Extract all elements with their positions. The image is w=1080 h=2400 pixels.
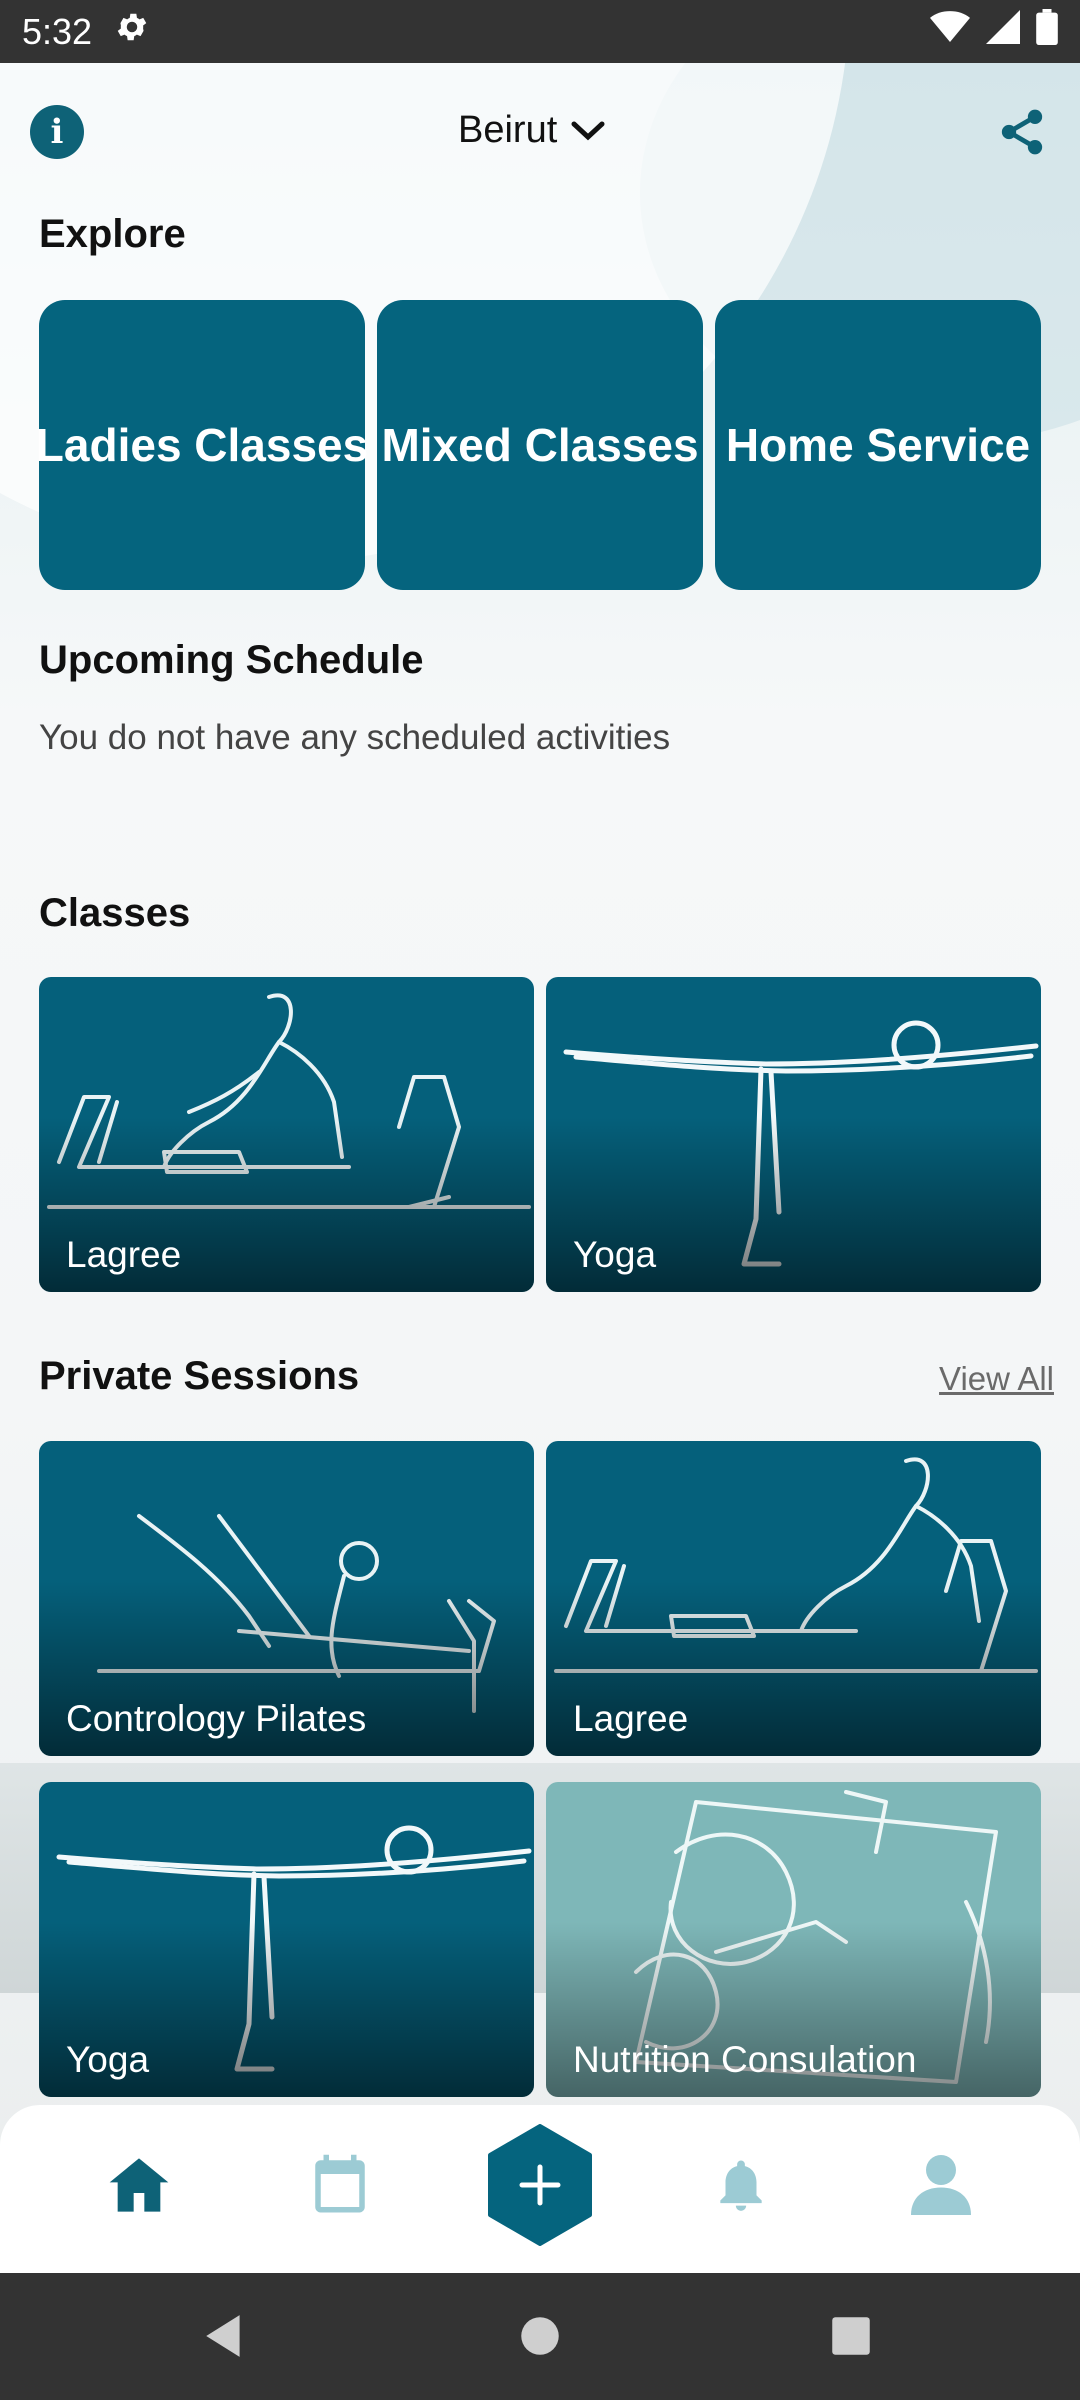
explore-title: Explore — [39, 212, 186, 256]
battery-icon — [1036, 9, 1058, 54]
chevron-down-icon — [571, 109, 605, 152]
private-sessions-title: Private Sessions — [39, 1354, 360, 1398]
mixed-classes-button[interactable]: Mixed Classes — [377, 300, 703, 590]
recents-square-icon[interactable] — [826, 2311, 876, 2361]
wifi-icon — [930, 10, 970, 53]
calendar-icon[interactable] — [305, 2150, 375, 2220]
share-icon[interactable] — [996, 106, 1048, 158]
card-label: Yoga — [66, 2039, 150, 2080]
private-card-nutrition-consulation[interactable]: Nutrition Consulation — [546, 1782, 1041, 2097]
status-bar: 5:32 — [0, 0, 1080, 63]
info-icon[interactable]: i — [30, 105, 84, 159]
private-card-contrology-pilates[interactable]: Contrology Pilates — [39, 1441, 534, 1756]
card-label: Lagree — [573, 1698, 689, 1739]
class-card-lagree[interactable]: Lagree — [39, 977, 534, 1292]
city-selector[interactable]: Beirut — [458, 102, 605, 158]
upcoming-schedule-title: Upcoming Schedule — [39, 638, 424, 682]
ladies-classes-button[interactable]: Ladies Classes — [36, 300, 368, 590]
home-circle-icon[interactable] — [515, 2311, 565, 2361]
empty-schedule-text: You do not have any scheduled activities — [39, 718, 671, 757]
back-icon[interactable] — [200, 2311, 250, 2361]
settings-gear-icon — [114, 9, 150, 54]
view-all-link[interactable]: View All — [939, 1360, 1054, 1398]
class-card-yoga[interactable]: Yoga — [546, 977, 1041, 1292]
city-label: Beirut — [458, 108, 558, 151]
card-label: Nutrition Consulation — [573, 2039, 917, 2080]
card-label: Lagree — [66, 1234, 182, 1275]
add-icon[interactable] — [484, 2124, 596, 2246]
cellular-signal-icon — [986, 10, 1020, 53]
profile-icon[interactable] — [906, 2150, 976, 2220]
bell-icon[interactable] — [706, 2150, 776, 2220]
home-service-button[interactable]: Home Service — [715, 300, 1041, 590]
classes-title: Classes — [39, 891, 191, 935]
card-label: Yoga — [573, 1234, 657, 1275]
private-card-lagree[interactable]: Lagree — [546, 1441, 1041, 1756]
status-time: 5:32 — [22, 10, 93, 52]
home-icon[interactable] — [104, 2150, 174, 2220]
card-label: Contrology Pilates — [66, 1698, 367, 1739]
private-card-yoga[interactable]: Yoga — [39, 1782, 534, 2097]
